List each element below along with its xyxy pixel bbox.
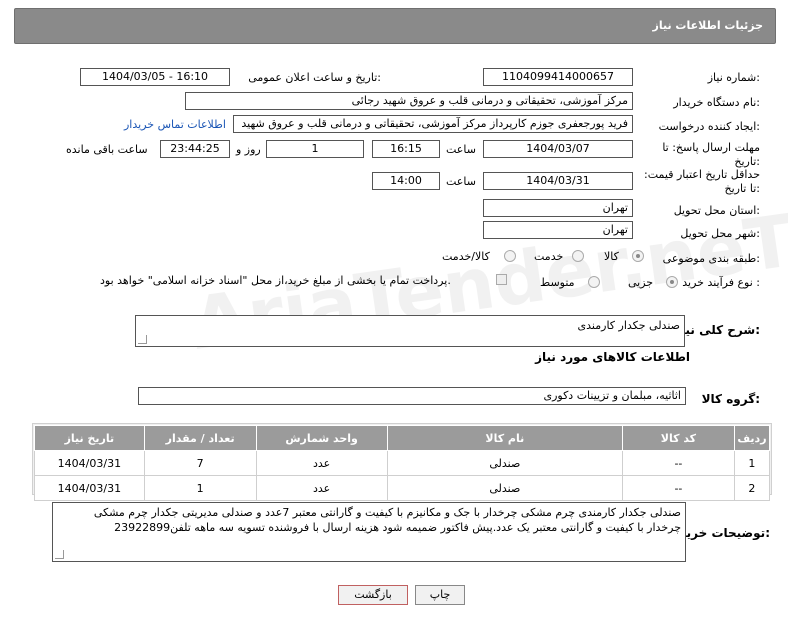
- print-button[interactable]: چاپ: [415, 585, 465, 605]
- goods-group-label: گروه کالا:: [701, 392, 760, 406]
- cell-quantity: 7: [143, 450, 257, 476]
- category-radio-goods[interactable]: [632, 250, 644, 262]
- table-header-row: ردیف کد کالا نام کالا واحد شمارش تعداد /…: [34, 425, 771, 451]
- general-desc-text: صندلی جکدار کارمندی: [577, 319, 680, 332]
- cell-need-date: 1404/03/31: [34, 450, 145, 476]
- cell-item-code: --: [622, 450, 735, 476]
- time-remaining-label: ساعت باقی مانده: [66, 143, 148, 156]
- table-row: 1 -- صندلی عدد 7 1404/03/31: [34, 450, 771, 476]
- need-number-label: شماره نیاز:: [707, 71, 760, 84]
- treasury-payment-note: پرداخت تمام یا بخشی از مبلغ خرید،از محل …: [100, 274, 451, 287]
- treasury-payment-checkbox[interactable]: [496, 274, 507, 285]
- category-option-goods: کالا: [604, 250, 619, 263]
- goods-info-heading: اطلاعات کالاهای مورد نیاز: [535, 350, 690, 364]
- price-time-label: ساعت: [446, 175, 476, 188]
- col-header-quantity: تعداد / مقدار: [143, 425, 257, 451]
- general-desc-label: شرح کلی نیاز:: [674, 323, 760, 337]
- process-type-label: نوع فرآیند خرید :: [682, 276, 760, 289]
- cell-quantity: 1: [143, 475, 257, 501]
- cell-item-name: صندلی: [386, 450, 624, 476]
- process-radio-minor[interactable]: [666, 276, 678, 288]
- page-title: جزئیات اطلاعات نیاز: [652, 19, 764, 32]
- col-header-unit: واحد شمارش: [255, 425, 388, 451]
- province-field: تهران: [483, 199, 633, 217]
- category-radio-both[interactable]: [504, 250, 516, 262]
- cell-unit: عدد: [255, 475, 388, 501]
- need-number-field: 1104099414000657: [483, 68, 633, 86]
- reply-time-label: ساعت: [446, 143, 476, 156]
- cell-row-number: 1: [733, 450, 771, 476]
- col-header-item-name: نام کالا: [386, 425, 624, 451]
- table-row: 2 -- صندلی عدد 1 1404/03/31: [34, 475, 771, 501]
- city-label: شهر محل تحویل:: [680, 227, 760, 240]
- goods-group-field: اثاثیه، مبلمان و تزیینات دکوری: [138, 387, 686, 405]
- cell-item-name: صندلی: [386, 475, 624, 501]
- resize-grip-icon[interactable]: [138, 335, 147, 344]
- general-desc-field: صندلی جکدار کارمندی: [135, 315, 685, 347]
- province-label: استان محل تحویل:: [673, 204, 760, 217]
- category-option-both: کالا/خدمت: [442, 250, 490, 263]
- resize-grip-icon[interactable]: [55, 550, 64, 559]
- cell-need-date: 1404/03/31: [34, 475, 145, 501]
- back-button[interactable]: بازگشت: [338, 585, 408, 605]
- announce-datetime-label: تاریخ و ساعت اعلان عمومی:: [248, 71, 381, 84]
- process-option-medium: متوسط: [540, 276, 575, 289]
- price-validity-label: حداقل تاریخ اعتبار قیمت: تا تاریخ:: [644, 168, 760, 195]
- day-and-label: روز و: [236, 143, 261, 156]
- reply-remaining-field: 23:44:25: [160, 140, 230, 158]
- page-header: جزئیات اطلاعات نیاز: [14, 8, 776, 44]
- process-radio-medium[interactable]: [588, 276, 600, 288]
- category-label: طبقه بندی موضوعی:: [662, 252, 760, 265]
- announce-datetime-field: 1404/03/05 - 16:10: [80, 68, 230, 86]
- city-field: تهران: [483, 221, 633, 239]
- price-date-field: 1404/03/31: [483, 172, 633, 190]
- cell-row-number: 2: [733, 475, 771, 501]
- col-header-need-date: تاریخ نیاز: [34, 425, 145, 451]
- requester-label: ایجاد کننده درخواست:: [658, 120, 760, 133]
- col-header-item-code: کد کالا: [622, 425, 735, 451]
- process-option-minor: جزیی: [628, 276, 654, 289]
- buyer-org-label: نام دستگاه خریدار:: [673, 96, 760, 109]
- buyer-notes-text: صندلی جکدار کارمندی چرم مشکی چرخدار با ج…: [93, 506, 681, 534]
- cell-unit: عدد: [255, 450, 388, 476]
- reply-days-field: 1: [266, 140, 364, 158]
- contact-buyer-link[interactable]: اطلاعات تماس خریدار: [124, 118, 226, 131]
- col-header-row-number: ردیف: [733, 425, 771, 451]
- category-option-service: خدمت: [534, 250, 564, 263]
- category-radio-service[interactable]: [572, 250, 584, 262]
- price-time-field: 14:00: [372, 172, 440, 190]
- requester-field: فرید پورجعفری جوزم کارپرداز مرکز آموزشی،…: [233, 115, 633, 133]
- items-table: ردیف کد کالا نام کالا واحد شمارش تعداد /…: [34, 425, 771, 501]
- reply-time-field: 16:15: [372, 140, 440, 158]
- buyer-notes-field: صندلی جکدار کارمندی چرم مشکی چرخدار با ج…: [52, 502, 686, 562]
- reply-deadline-label: مهلت ارسال پاسخ: تا تاریخ:: [662, 141, 760, 168]
- buyer-org-field: مرکز آموزشی، تحقیقاتی و درمانی قلب و عرو…: [185, 92, 633, 110]
- reply-date-field: 1404/03/07: [483, 140, 633, 158]
- cell-item-code: --: [622, 475, 735, 501]
